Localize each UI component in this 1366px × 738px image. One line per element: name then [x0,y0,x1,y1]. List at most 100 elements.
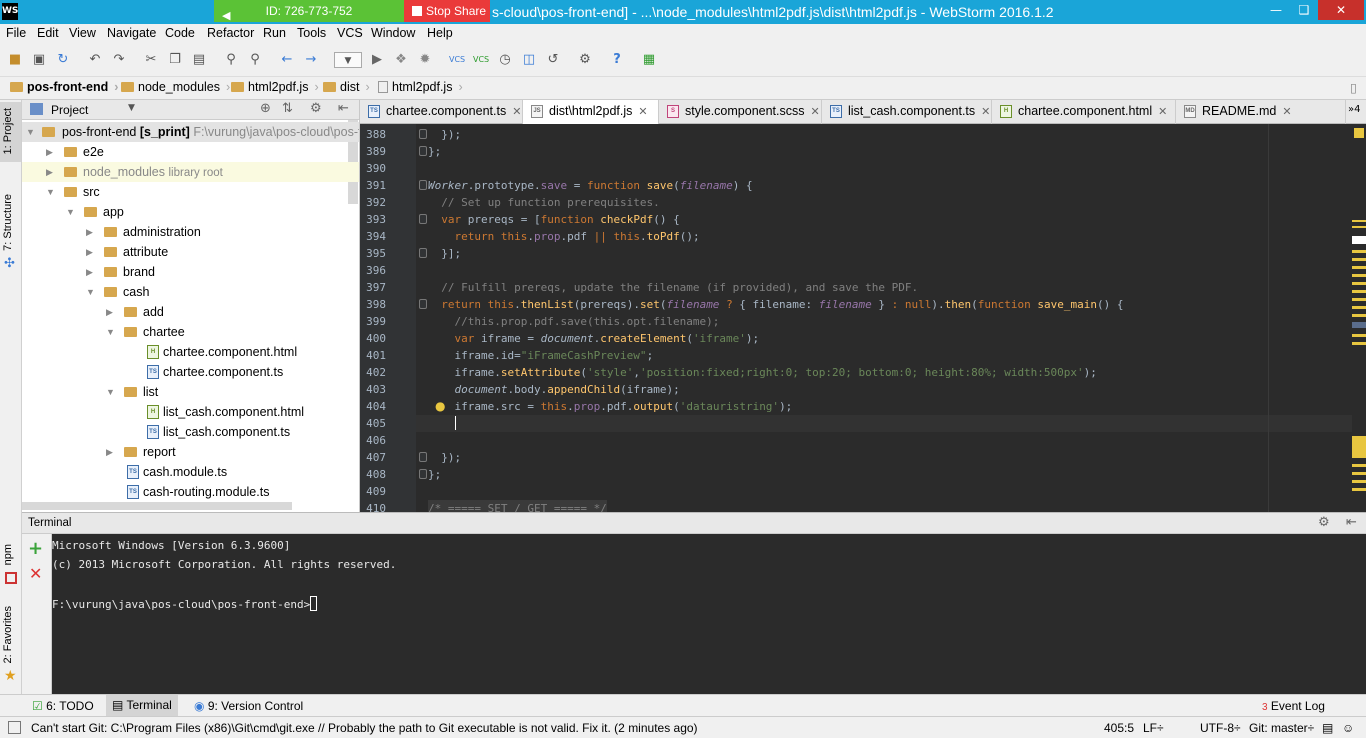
cut-icon[interactable]: ✂ [143,52,159,68]
tab-html2pdf-js[interactable]: JS dist\html2pdf.js ✕ [523,100,659,124]
line-separator[interactable]: LF÷ [1143,721,1164,735]
close-icon[interactable]: ✕ [811,106,820,118]
fold-icon[interactable] [419,299,427,309]
menu-refactor[interactable]: Refactor [207,26,254,40]
close-button[interactable]: ✕ [1318,0,1364,20]
menu-tools[interactable]: Tools [297,26,326,40]
breadcrumb-item[interactable]: html2pdf.js › [378,80,463,94]
tab-terminal[interactable]: ▤ Terminal [106,695,178,716]
close-icon[interactable]: ✕ [512,106,521,118]
tree-item[interactable]: ▼ chartee [22,322,359,342]
close-session-icon[interactable]: ✕ [29,564,42,583]
tree-item[interactable]: ▶ brand [22,262,359,282]
copy-icon[interactable]: ❐ [167,52,183,68]
menu-run[interactable]: Run [263,26,286,40]
tab-event-log[interactable]: 3 Event Log [1262,699,1325,713]
fold-icon[interactable] [419,248,427,258]
find-icon[interactable]: ⚲ [223,52,239,68]
open-folder-icon[interactable]: ■ [7,52,23,68]
undo-icon[interactable]: ↶ [87,52,103,68]
vcs-commit-icon[interactable]: VCS [473,52,489,68]
breadcrumb-item[interactable]: pos-front-end › [10,80,118,94]
close-icon[interactable]: ✕ [638,106,647,118]
minimize-button[interactable]: — [1262,0,1290,20]
tree-item[interactable]: Hlist_cash.component.html [22,402,359,422]
forward-icon[interactable]: → [303,52,319,68]
menu-help[interactable]: Help [427,26,453,40]
status-message[interactable]: Can't start Git: C:\Program Files (x86)\… [31,721,698,735]
menu-vcs[interactable]: VCS [337,26,363,40]
tree-item[interactable]: TS list_cash.component.ts [22,422,359,442]
inspector-icon[interactable]: ☺ [1342,721,1354,735]
navbar-scroll-icon[interactable]: ▯ [1350,80,1357,95]
save-icon[interactable]: ▣ [31,52,47,68]
menu-view[interactable]: View [69,26,96,40]
project-hscrollbar[interactable] [22,502,292,510]
tree-item[interactable]: ▼ list [22,382,359,402]
run-icon[interactable]: ▶ [369,52,385,68]
editor-scrollbar[interactable] [1352,124,1366,512]
fold-icon[interactable] [419,129,427,139]
close-icon[interactable]: ✕ [1158,106,1167,118]
lock-icon[interactable]: ▤ [1322,721,1333,735]
tab-chartee-html[interactable]: Hchartee.component.html ✕ [992,100,1176,124]
hide-icon[interactable]: ⇤ [1346,515,1357,530]
breadcrumb-item[interactable]: html2pdf.js › [231,80,319,94]
tree-item[interactable]: ▼ src [22,182,359,202]
tree-item[interactable]: TS cash.module.ts [22,462,359,482]
gear-icon[interactable]: ⚙ [310,101,322,116]
tree-item[interactable]: ▶ administration [22,222,359,242]
fold-icon[interactable] [419,180,427,190]
cursor-position[interactable]: 405:5 [1104,721,1134,735]
tree-item[interactable]: ▶ e2e [22,142,359,162]
file-encoding[interactable]: UTF-8÷ [1200,721,1241,735]
toolwindows-toggle-icon[interactable] [8,721,21,734]
close-icon[interactable]: ✕ [981,106,990,118]
hide-icon[interactable]: ⇤ [338,101,349,116]
tree-item[interactable]: ▼ app [22,202,359,222]
tree-item[interactable]: ▶ report [22,442,359,462]
breadcrumb-item[interactable]: node_modules › [121,80,230,94]
vcs-update-icon[interactable]: VCS [449,52,465,68]
tab-style-scss[interactable]: Sstyle.component.scss ✕ [659,100,822,124]
menu-file[interactable]: File [6,26,26,40]
tab-todo[interactable]: ☑ 6: TODO [32,699,94,713]
close-icon[interactable]: ✕ [1282,106,1291,118]
sync-icon[interactable]: ↻ [55,52,71,68]
collapse-icon[interactable]: ⇅ [282,101,293,116]
stop-share-button[interactable]: Stop Share [404,0,490,22]
tree-root[interactable]: ▼ pos-front-end [s_print] F:\vurung\java… [22,122,359,142]
tree-item[interactable]: TS cash-routing.module.ts [22,482,359,502]
warning-indicator[interactable] [1354,128,1364,138]
back-icon[interactable]: ← [279,52,295,68]
plugin-icon[interactable]: ▦ [641,52,657,68]
paste-icon[interactable]: ▤ [191,52,207,68]
tab-project[interactable]: 1: Project [2,108,14,154]
tab-version-control[interactable]: ◉ 9: Version Control [194,699,303,713]
tab-favorites[interactable]: 2: Favorites [2,606,14,663]
git-branch[interactable]: Git: master÷ [1249,721,1314,735]
locate-icon[interactable]: ⊕ [260,101,271,116]
tree-item[interactable]: ▶ node_modules library root [22,162,359,182]
replace-icon[interactable]: ⚲ [247,52,263,68]
chevron-down-icon[interactable]: ▼ [128,103,135,113]
menu-edit[interactable]: Edit [37,26,59,40]
tabs-overflow-button[interactable]: »4 [1348,104,1360,115]
tree-item[interactable]: ▼ cash [22,282,359,302]
run-config-dropdown[interactable]: ▼ [334,52,362,68]
tab-structure[interactable]: 7: Structure [2,194,14,251]
tree-item[interactable]: TS chartee.component.ts [22,362,359,382]
menu-code[interactable]: Code [165,26,195,40]
fold-icon[interactable] [419,452,427,462]
project-view-label[interactable]: Project [51,103,88,117]
fold-icon[interactable] [419,146,427,156]
help-icon[interactable]: ? [609,52,625,68]
fold-icon[interactable] [419,214,427,224]
fold-icon[interactable] [419,469,427,479]
breadcrumb-item[interactable]: dist › [323,80,370,94]
settings-icon[interactable]: ⚙ [577,52,593,68]
terminal-prompt[interactable]: F:\vurung\java\pos-cloud\pos-front-end> [52,596,318,611]
tree-item[interactable]: Hchartee.component.html [22,342,359,362]
tab-npm[interactable]: npm [2,544,14,565]
maximize-button[interactable]: ❑ [1290,0,1318,20]
